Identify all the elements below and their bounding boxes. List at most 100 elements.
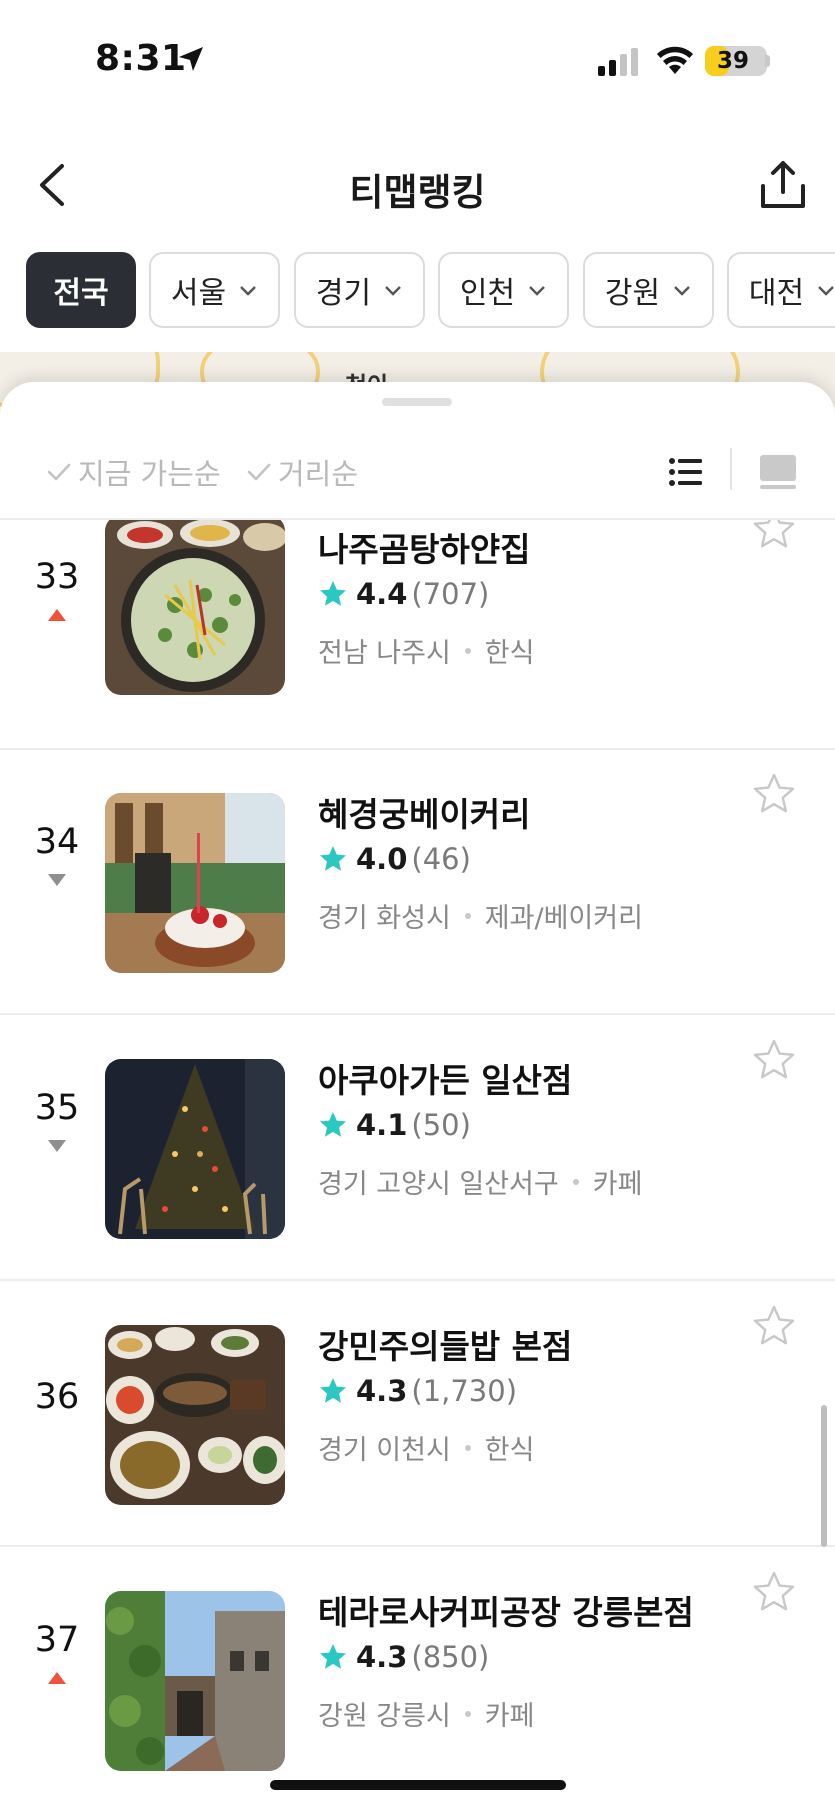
chip-label: 대전 bbox=[748, 276, 805, 311]
favorite-star-icon[interactable] bbox=[752, 772, 796, 816]
region-chip-incheon[interactable]: 인천 bbox=[438, 252, 569, 328]
sort-option-label: 거리순 bbox=[278, 457, 359, 491]
place-meta: 강원 강릉시 카페 bbox=[318, 1694, 534, 1733]
cellular-signal-icon bbox=[598, 48, 638, 76]
rating-value: 4.3 bbox=[356, 1640, 408, 1674]
rating: 4.1 (50) bbox=[318, 1105, 471, 1145]
view-toggle-divider bbox=[730, 448, 732, 490]
check-icon bbox=[47, 463, 71, 481]
review-count: (707) bbox=[411, 577, 490, 611]
rating-value: 4.4 bbox=[356, 577, 408, 611]
separator-dot bbox=[464, 1444, 471, 1451]
review-count: (46) bbox=[411, 842, 471, 876]
card-view-icon[interactable] bbox=[758, 452, 798, 492]
chevron-down-icon bbox=[385, 286, 401, 296]
rank-down-icon bbox=[48, 1140, 66, 1152]
results-sheet: 지금 가는순 거리순 33 나주곰탕하얀집 4.4 (707) 전남 나주시 한… bbox=[0, 382, 835, 1810]
sort-option-label: 지금 가는순 bbox=[78, 457, 221, 491]
chip-label: 서울 bbox=[170, 276, 227, 311]
place-category: 카페 bbox=[484, 1701, 535, 1732]
battery-icon: 39 bbox=[705, 46, 767, 76]
header: 티맵랭킹 bbox=[0, 140, 835, 230]
bakery-terrace-pastry-photo bbox=[105, 793, 285, 973]
chevron-down-icon bbox=[818, 286, 834, 296]
separator-dot bbox=[464, 647, 471, 654]
scrollbar[interactable] bbox=[821, 1405, 827, 1547]
rank-down-icon bbox=[48, 874, 66, 886]
sort-bar: 지금 가는순 거리순 bbox=[0, 442, 835, 502]
place-photo[interactable] bbox=[105, 1591, 285, 1771]
rating-value: 4.3 bbox=[356, 1374, 408, 1408]
place-meta: 경기 이천시 한식 bbox=[318, 1428, 534, 1467]
rank-number: 34 bbox=[34, 822, 80, 862]
chip-label: 강원 bbox=[604, 276, 661, 311]
separator-dot bbox=[464, 1710, 471, 1717]
star-icon bbox=[320, 846, 346, 871]
star-icon bbox=[320, 1644, 346, 1669]
christmas-tree-photo bbox=[105, 1059, 285, 1239]
rating: 4.0 (46) bbox=[318, 839, 471, 879]
chip-label: 전국 bbox=[53, 276, 109, 311]
ivy-brick-alley-photo bbox=[105, 1591, 285, 1771]
korean-banchan-table-photo bbox=[105, 1325, 285, 1505]
favorite-star-icon[interactable] bbox=[752, 1570, 796, 1614]
place-meta: 경기 고양시 일산서구 카페 bbox=[318, 1162, 642, 1201]
region-chip-seoul[interactable]: 서울 bbox=[149, 252, 280, 328]
place-name: 나주곰탕하얀집 bbox=[318, 530, 531, 569]
wifi-icon bbox=[657, 46, 693, 74]
place-category: 한식 bbox=[484, 1435, 535, 1466]
rank-up-icon bbox=[48, 609, 66, 621]
place-region: 강원 강릉시 bbox=[318, 1701, 451, 1732]
sort-option-distance[interactable]: 거리순 bbox=[246, 442, 358, 502]
home-indicator[interactable] bbox=[270, 1780, 566, 1790]
battery-cap bbox=[765, 55, 770, 67]
ranking-list: 33 나주곰탕하얀집 4.4 (707) 전남 나주시 한식 34 혜경궁베이커… bbox=[0, 520, 835, 1810]
list-item[interactable]: 37 테라로사커피공장 강릉본점 4.3 (850) 강원 강릉시 카페 bbox=[0, 1548, 835, 1810]
rating-value: 4.1 bbox=[356, 1108, 408, 1142]
place-region: 전남 나주시 bbox=[318, 638, 451, 669]
location-arrow-icon bbox=[179, 47, 203, 71]
rank-number: 37 bbox=[34, 1620, 80, 1660]
status-bar: 8:31 39 bbox=[0, 0, 835, 110]
star-icon bbox=[320, 581, 346, 606]
region-filter-chips: 전국 서울 경기 인천 강원 대전 bbox=[0, 252, 835, 330]
rating: 4.3 (850) bbox=[318, 1637, 489, 1677]
place-region: 경기 이천시 bbox=[318, 1435, 451, 1466]
chevron-down-icon bbox=[674, 286, 690, 296]
place-region: 경기 고양시 일산서구 bbox=[318, 1169, 559, 1200]
favorite-star-icon[interactable] bbox=[752, 1038, 796, 1082]
list-item[interactable]: 33 나주곰탕하얀집 4.4 (707) 전남 나주시 한식 bbox=[0, 520, 835, 750]
page-title: 티맵랭킹 bbox=[349, 171, 486, 214]
region-chip-daejeon[interactable]: 대전 bbox=[727, 252, 835, 328]
place-photo[interactable] bbox=[105, 1059, 285, 1239]
status-time: 8:31 bbox=[95, 38, 187, 79]
favorite-star-icon[interactable] bbox=[752, 1304, 796, 1348]
gomtang-bowl-photo bbox=[105, 520, 285, 695]
star-icon bbox=[320, 1378, 346, 1403]
rank-number: 36 bbox=[34, 1377, 80, 1417]
region-chip-gyeonggi[interactable]: 경기 bbox=[294, 252, 425, 328]
sort-option-now[interactable]: 지금 가는순 bbox=[46, 442, 221, 502]
sheet-grabber[interactable] bbox=[382, 398, 452, 406]
list-item[interactable]: 34 혜경궁베이커리 4.0 (46) 경기 화성시 제과/베이커리 bbox=[0, 750, 835, 1015]
separator-dot bbox=[572, 1178, 579, 1185]
place-category: 한식 bbox=[484, 638, 535, 669]
place-photo[interactable] bbox=[105, 793, 285, 973]
list-item[interactable]: 36 강민주의들밥 본점 4.3 (1,730) 경기 이천시 한식 bbox=[0, 1282, 835, 1547]
list-view-icon[interactable] bbox=[668, 454, 704, 490]
rank-number: 33 bbox=[34, 557, 80, 597]
list-item[interactable]: 35 아쿠아가든 일산점 4.1 (50) 경기 고양시 일산서구 카페 bbox=[0, 1016, 835, 1281]
chip-label: 경기 bbox=[315, 276, 372, 311]
rating-value: 4.0 bbox=[356, 842, 408, 876]
share-icon[interactable] bbox=[755, 158, 811, 214]
region-chip-nationwide[interactable]: 전국 bbox=[26, 252, 136, 328]
chevron-down-icon bbox=[529, 286, 545, 296]
region-chip-gangwon[interactable]: 강원 bbox=[583, 252, 714, 328]
place-photo[interactable] bbox=[105, 1325, 285, 1505]
favorite-star-icon[interactable] bbox=[752, 520, 796, 551]
place-photo[interactable] bbox=[105, 520, 285, 695]
review-count: (1,730) bbox=[411, 1374, 518, 1408]
place-meta: 전남 나주시 한식 bbox=[318, 631, 534, 670]
star-icon bbox=[320, 1112, 346, 1137]
place-name: 테라로사커피공장 강릉본점 bbox=[318, 1593, 694, 1632]
